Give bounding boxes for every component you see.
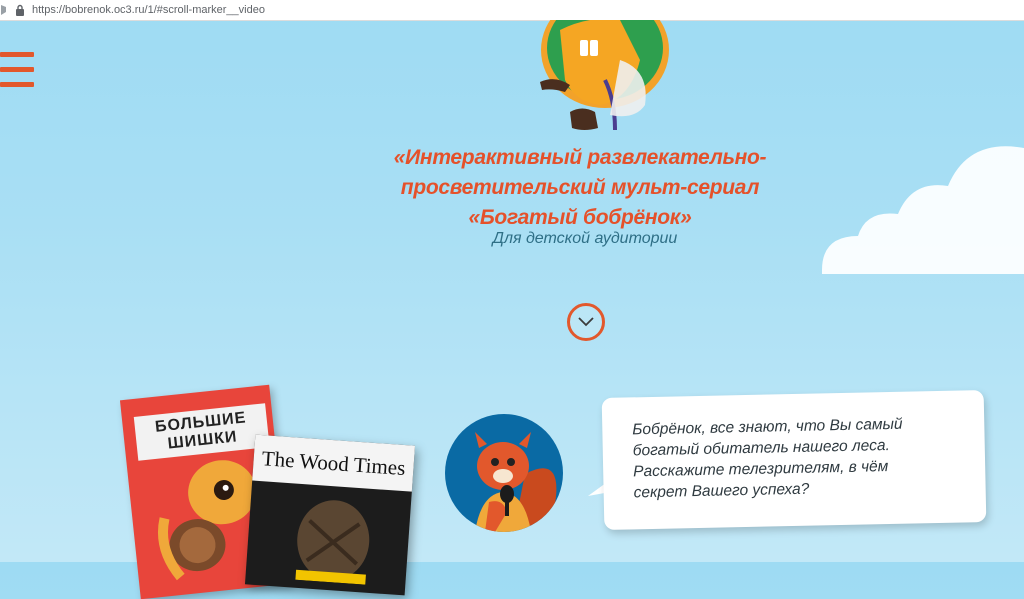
url-text[interactable]: https://bobrenok.oc3.ru/1/#scroll-marker… [32, 4, 265, 16]
speech-bubble-text: Бобрёнок, все знают, что Вы самый богаты… [632, 412, 964, 503]
browser-address-bar[interactable]: https://bobrenok.oc3.ru/1/#scroll-marker… [0, 0, 1024, 21]
magazine-wood-times-title: The Wood Times [252, 434, 416, 492]
magazine-wood-times: The Wood Times [244, 434, 416, 596]
hero-subtitle: Для детской аудитории [492, 230, 678, 247]
hero-title: «Интерактивный развлекательно- просветит… [360, 143, 800, 233]
shield-icon [1, 5, 6, 15]
cloud-illustration [822, 146, 1024, 274]
chevron-down-icon [578, 317, 594, 327]
beaver-silhouette-illustration [295, 500, 370, 585]
scroll-down-button[interactable] [567, 303, 605, 341]
hero-title-line3: «Богатый бобрёнок» [468, 206, 692, 229]
reporter-squirrel-avatar [445, 414, 563, 532]
hero-title-line1: «Интерактивный развлекательно- [393, 146, 767, 169]
squirrel-reporter-icon [475, 432, 557, 532]
speech-bubble: Бобрёнок, все знают, что Вы самый богаты… [601, 390, 987, 530]
hamburger-icon[interactable] [0, 52, 34, 90]
lock-icon[interactable] [8, 0, 32, 20]
address-bar-edge [0, 0, 8, 20]
beaver-portrait-illustration [540, 20, 669, 131]
hero-title-line2: просветительский мульт-сериал [400, 176, 760, 199]
